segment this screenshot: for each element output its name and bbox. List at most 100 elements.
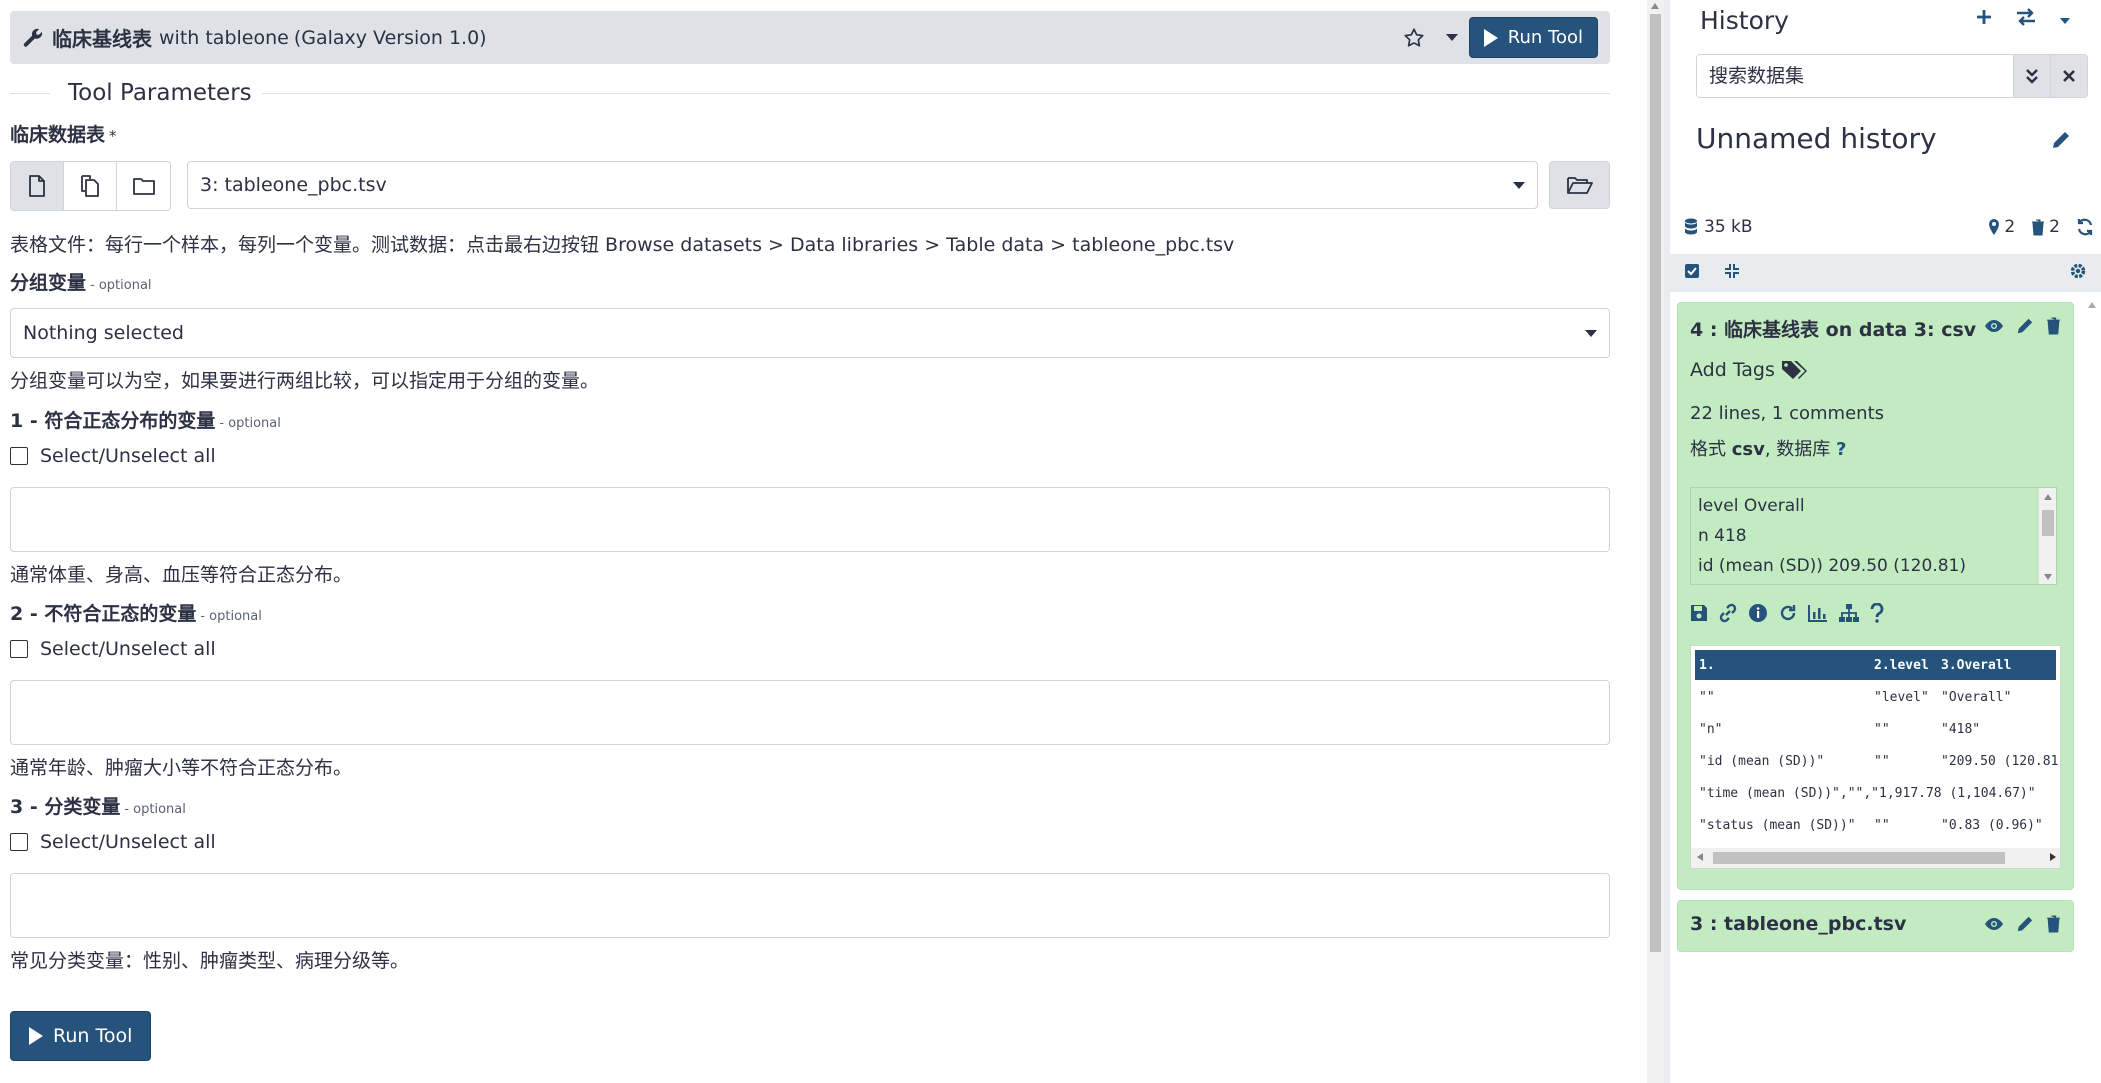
dataset-title[interactable]: 3 : tableone_pbc.tsv [1690, 913, 1906, 935]
history-name[interactable]: Unnamed history [1696, 122, 1937, 155]
copy-files-icon [81, 175, 99, 197]
scrollbar-thumb[interactable] [1650, 14, 1661, 952]
group-var-help: 分组变量可以为空，如果要进行两组比较，可以指定用于分组的变量。 [10, 370, 600, 392]
history-item-collapsed[interactable]: 3 : tableone_pbc.tsv [1677, 900, 2074, 952]
collapse-items-button[interactable] [1724, 262, 1740, 284]
play-icon [1483, 28, 1498, 47]
delete-dataset-button[interactable] [2046, 317, 2061, 340]
help-button[interactable] [1870, 602, 1884, 628]
dataset-collection-button[interactable] [117, 162, 170, 210]
play-icon [29, 1027, 43, 1045]
star-icon [1404, 27, 1424, 47]
refresh-icon [2077, 218, 2093, 236]
dataset-search-input[interactable] [1697, 55, 2013, 97]
clear-search-button[interactable] [2050, 55, 2087, 97]
history-options-dropdown[interactable] [2059, 8, 2071, 30]
history-settings-button[interactable] [2069, 262, 2087, 285]
scroll-up-arrow[interactable] [2088, 302, 2096, 308]
categorical-vars-help: 常见分类变量：性别、肿瘤类型、病理分级等。 [10, 950, 410, 972]
dataset-peek: level Overall n 418 id (mean (SD)) 209.5… [1690, 487, 2057, 585]
advanced-search-toggle[interactable] [2013, 55, 2050, 97]
run-tool-button-bottom[interactable]: Run Tool [10, 1011, 152, 1061]
section-title: Tool Parameters [58, 80, 262, 106]
history-selection-toolbar [1670, 254, 2101, 292]
favorite-star-button[interactable] [1393, 27, 1435, 49]
history-title: History [1700, 6, 1789, 35]
chevron-down-icon [1585, 330, 1597, 337]
file-icon [29, 175, 45, 197]
compress-icon [1725, 264, 1739, 278]
database-icon [1685, 218, 1697, 235]
download-button[interactable] [1690, 604, 1708, 627]
chevron-down-icon [1513, 182, 1525, 189]
double-chevron-down-icon [2026, 69, 2038, 84]
categorical-vars-list[interactable] [10, 873, 1610, 938]
add-tags-button[interactable]: Add Tags [1690, 359, 1809, 381]
refresh-history-button[interactable] [2076, 218, 2094, 236]
view-dataset-button[interactable] [1984, 317, 2004, 340]
dataset-preview-table: 1. 2.level 3.Overall "" "level" "Overall… [1690, 645, 2061, 869]
categorical-vars-select-all[interactable]: Select/Unselect all [10, 831, 216, 853]
categorical-vars-label: 3 - 分类变量 - optional [10, 796, 186, 818]
check-square-icon [1685, 264, 1699, 278]
pencil-icon [2017, 916, 2033, 932]
database-link[interactable]: ? [1836, 439, 1846, 460]
checkbox[interactable] [10, 833, 28, 851]
tool-options-dropdown[interactable] [1435, 33, 1469, 43]
rerun-button[interactable] [1778, 603, 1798, 628]
run-tool-button-top[interactable]: Run Tool [1468, 17, 1598, 58]
multiple-datasets-button[interactable] [64, 162, 117, 210]
history-search [1696, 54, 2088, 98]
edit-dataset-button[interactable] [2016, 915, 2034, 938]
history-size[interactable]: 35 kB [1684, 217, 1753, 237]
eye-icon [1985, 320, 2003, 332]
dataset-line-info: 22 lines, 1 comments [1690, 403, 1885, 424]
tool-version: (Galaxy Version 1.0) [293, 26, 487, 49]
browse-datasets-button[interactable] [1549, 161, 1610, 209]
caret-down-icon [2060, 18, 2070, 24]
view-dataset-button[interactable] [1984, 915, 2004, 938]
column-header: 2.level [1874, 658, 1929, 673]
redo-icon [1780, 605, 1796, 621]
visualize-button[interactable] [1808, 604, 1828, 627]
copy-link-button[interactable] [1718, 603, 1738, 628]
edit-history-button[interactable] [2051, 130, 2071, 155]
nonnormal-vars-select-all[interactable]: Select/Unselect all [10, 638, 216, 660]
history-item-expanded[interactable]: 4 : 临床基线表 on data 3: csv Add Tags 22 lin… [1677, 302, 2074, 890]
dataset-details-button[interactable] [1748, 603, 1768, 628]
peek-scrollbar[interactable] [2038, 488, 2056, 584]
exchange-icon [2017, 7, 2035, 26]
scroll-up-arrow[interactable] [1651, 3, 1659, 9]
caret-down-icon [1445, 33, 1458, 41]
nonnormal-vars-list[interactable] [10, 680, 1610, 745]
edit-dataset-button[interactable] [2016, 317, 2034, 340]
dataset-action-icons [1690, 602, 1884, 628]
save-icon [1691, 605, 1707, 621]
close-icon [2063, 70, 2075, 82]
switch-history-button[interactable] [2015, 7, 2037, 31]
table-horizontal-scrollbar[interactable] [1691, 848, 2060, 868]
peek-line: id (mean (SD)) 209.50 (120.81) [1698, 556, 1966, 576]
pencil-icon [2017, 318, 2033, 334]
clinical-table-label: 临床数据表 * [10, 124, 117, 146]
shown-datasets-filter[interactable]: 2 [1988, 217, 2015, 237]
dataset-title[interactable]: 4 : 临床基线表 on data 3: csv [1690, 315, 1976, 342]
checkbox[interactable] [10, 447, 28, 465]
delete-dataset-button[interactable] [2046, 915, 2061, 938]
tool-form-panel: 临床基线表 with tableone (Galaxy Version 1.0)… [0, 0, 1647, 1083]
checkbox[interactable] [10, 640, 28, 658]
group-var-select[interactable]: Nothing selected [10, 308, 1610, 358]
history-scrollbar[interactable] [2083, 292, 2101, 1083]
info-circle-icon [1749, 604, 1767, 622]
plus-icon [1977, 9, 1991, 24]
clinical-table-select[interactable]: 3: tableone_pbc.tsv [187, 161, 1538, 209]
select-items-button[interactable] [1684, 262, 1700, 284]
normal-vars-list[interactable] [10, 487, 1610, 552]
deleted-datasets-filter[interactable]: 2 [2031, 217, 2060, 237]
related-items-button[interactable] [1838, 603, 1860, 628]
normal-vars-select-all[interactable]: Select/Unselect all [10, 445, 216, 467]
tool-panel-scrollbar[interactable] [1647, 0, 1664, 1083]
create-history-button[interactable] [1975, 8, 1993, 31]
single-dataset-button[interactable] [11, 162, 64, 210]
tags-icon [1781, 361, 1807, 379]
